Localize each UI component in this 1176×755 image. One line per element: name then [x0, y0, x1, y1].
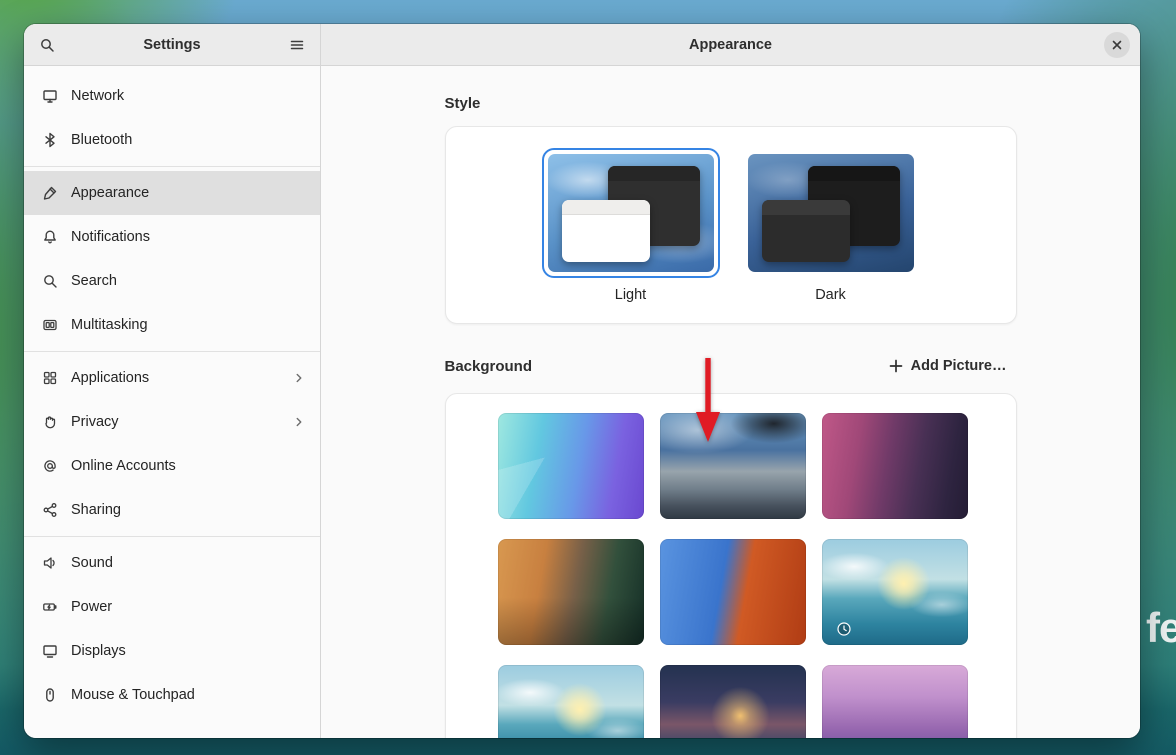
background-thumbnail-orange-green[interactable]: [498, 539, 644, 645]
background-section-title: Background: [445, 358, 533, 375]
sidebar-headerbar: Settings: [24, 24, 320, 66]
sidebar-item-sound[interactable]: Sound: [24, 541, 320, 585]
applications-grid-icon: [42, 370, 58, 386]
network-icon: [42, 88, 58, 104]
style-light-preview: [548, 154, 714, 272]
sidebar-separator: [24, 351, 320, 352]
sidebar-item-label: Appearance: [71, 185, 306, 201]
sidebar-item-appearance[interactable]: Appearance: [24, 171, 320, 215]
sidebar-item-label: Notifications: [71, 229, 306, 245]
sidebar-separator: [24, 166, 320, 167]
background-thumbnail-purple-mountains[interactable]: [822, 665, 968, 738]
at-symbol-icon: [42, 458, 58, 474]
sidebar-item-label: Sharing: [71, 502, 306, 518]
content-headerbar: Appearance: [321, 24, 1140, 66]
background-thumbnail-magenta-waves[interactable]: [822, 413, 968, 519]
settings-window: Settings Network Bluetooth Appearance: [24, 24, 1140, 738]
style-option-dark[interactable]: Dark: [742, 148, 920, 303]
search-icon: [42, 273, 58, 289]
sidebar-item-label: Multitasking: [71, 317, 306, 333]
appearance-icon: [42, 185, 58, 201]
style-card: Light Dark: [445, 126, 1017, 324]
background-thumbnail-island-day[interactable]: [822, 539, 968, 645]
background-thumbnail-island-day-2[interactable]: [498, 665, 644, 738]
style-light-selection-ring: [542, 148, 720, 278]
plus-icon: [888, 358, 904, 374]
chevron-right-icon: [292, 371, 306, 385]
multitasking-icon: [42, 317, 58, 333]
main-menu-button[interactable]: [282, 30, 312, 60]
sidebar-item-online-accounts[interactable]: Online Accounts: [24, 444, 320, 488]
style-option-light[interactable]: Light: [542, 148, 720, 303]
sidebar-item-network[interactable]: Network: [24, 74, 320, 118]
sidebar-item-notifications[interactable]: Notifications: [24, 215, 320, 259]
share-nodes-icon: [42, 502, 58, 518]
sidebar-item-applications[interactable]: Applications: [24, 356, 320, 400]
background-thumbnail-abstract-triangles[interactable]: [498, 413, 644, 519]
sidebar-item-search[interactable]: Search: [24, 259, 320, 303]
style-dark-preview: [748, 154, 914, 272]
preview-front-window: [562, 200, 650, 262]
add-picture-button[interactable]: Add Picture…: [878, 352, 1017, 380]
privacy-hand-icon: [42, 414, 58, 430]
bluetooth-icon: [42, 132, 58, 148]
background-section-header: Background Add Picture…: [445, 352, 1017, 380]
speaker-icon: [42, 555, 58, 571]
sidebar-item-label: Network: [71, 88, 306, 104]
display-icon: [42, 643, 58, 659]
battery-icon: [42, 599, 58, 615]
add-picture-label: Add Picture…: [911, 358, 1007, 374]
sidebar-item-mouse-touchpad[interactable]: Mouse & Touchpad: [24, 673, 320, 717]
sidebar-item-label: Bluetooth: [71, 132, 306, 148]
content-scroll-area[interactable]: Style Light: [321, 66, 1140, 738]
sidebar-item-label: Sound: [71, 555, 306, 571]
chevron-right-icon: [292, 415, 306, 429]
sidebar-item-label: Privacy: [71, 414, 279, 430]
sidebar-list: Network Bluetooth Appearance Notificatio…: [24, 66, 320, 717]
sidebar-item-label: Applications: [71, 370, 279, 386]
background-thumbnail-grid: [498, 413, 964, 738]
mouse-icon: [42, 687, 58, 703]
sidebar-item-label: Search: [71, 273, 306, 289]
search-button[interactable]: [32, 30, 62, 60]
background-thumbnail-blue-orange[interactable]: [660, 539, 806, 645]
hamburger-menu-icon: [289, 37, 305, 53]
close-icon: [1109, 37, 1125, 53]
bell-icon: [42, 229, 58, 245]
content-pane: Appearance Style L: [321, 24, 1140, 738]
sidebar-separator: [24, 536, 320, 537]
sidebar-item-label: Displays: [71, 643, 306, 659]
style-dark-selection-ring: [742, 148, 920, 278]
sidebar-item-sharing[interactable]: Sharing: [24, 488, 320, 532]
background-thumbnail-city-skyline[interactable]: [660, 413, 806, 519]
background-thumbnail-island-night[interactable]: [660, 665, 806, 738]
sidebar-item-privacy[interactable]: Privacy: [24, 400, 320, 444]
style-option-label: Light: [615, 287, 646, 303]
style-option-label: Dark: [815, 287, 846, 303]
sidebar-item-power[interactable]: Power: [24, 585, 320, 629]
sidebar-item-multitasking[interactable]: Multitasking: [24, 303, 320, 347]
background-card: [445, 393, 1017, 738]
sidebar-item-displays[interactable]: Displays: [24, 629, 320, 673]
style-section-title: Style: [445, 95, 1017, 112]
desktop-watermark: fe: [1146, 604, 1176, 652]
sidebar-title: Settings: [24, 37, 320, 53]
page-title: Appearance: [321, 37, 1140, 53]
sidebar-item-label: Power: [71, 599, 306, 615]
sidebar-item-label: Online Accounts: [71, 458, 306, 474]
preview-front-window: [762, 200, 850, 262]
slideshow-clock-icon: [836, 621, 852, 637]
search-icon: [39, 37, 55, 53]
sidebar-item-label: Mouse & Touchpad: [71, 687, 306, 703]
close-button[interactable]: [1104, 32, 1130, 58]
sidebar: Settings Network Bluetooth Appearance: [24, 24, 321, 738]
sidebar-item-bluetooth[interactable]: Bluetooth: [24, 118, 320, 162]
